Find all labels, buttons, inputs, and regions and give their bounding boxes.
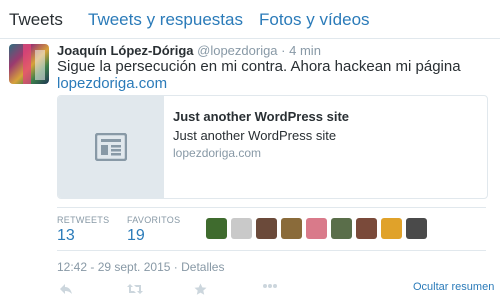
tweet-text: Sigue la persecución en mi contra. Ahora… — [57, 58, 461, 75]
retweets-count: 13 — [57, 227, 75, 244]
favoriter-avatar[interactable] — [231, 218, 252, 239]
favoriter-avatar[interactable] — [281, 218, 302, 239]
tab-tweets[interactable]: Tweets — [9, 10, 63, 30]
collapse-summary-link[interactable]: Ocultar resumen — [413, 281, 494, 293]
author-screen-name[interactable]: @lopezdoriga — [197, 43, 277, 58]
tweet-timestamp: 12:42 - 29 sept. 2015 — [57, 260, 171, 274]
separator-dot: · — [281, 43, 286, 58]
retweet-button[interactable] — [126, 283, 144, 295]
retweets-stat[interactable]: RETWEETS 13 — [57, 215, 109, 245]
favorites-count: 19 — [127, 227, 145, 244]
favoriter-avatar[interactable] — [256, 218, 277, 239]
favoriter-avatar[interactable] — [381, 218, 402, 239]
tweet-time[interactable]: 4 min — [289, 43, 321, 58]
card-domain: lopezdoriga.com — [173, 146, 262, 160]
author-fullname[interactable]: Joaquín López-Dóriga — [57, 43, 194, 58]
details-link[interactable]: Detalles — [181, 260, 224, 274]
favorites-stat[interactable]: FAVORITOS 19 — [127, 215, 180, 245]
tab-tweets-y-respuestas[interactable]: Tweets y respuestas — [88, 10, 243, 30]
article-icon — [95, 133, 127, 161]
retweets-label: RETWEETS — [57, 215, 110, 225]
favoriter-avatar[interactable] — [406, 218, 427, 239]
avatar[interactable] — [9, 44, 49, 84]
more-button[interactable] — [262, 283, 278, 289]
tweet-meta: 12:42 - 29 sept. 2015 · Detalles — [57, 260, 224, 274]
favoriter-avatar[interactable] — [206, 218, 227, 239]
profile-tabs: Tweets Tweets y respuestas Fotos y vídeo… — [0, 0, 500, 39]
favoriter-avatar[interactable] — [356, 218, 377, 239]
favorite-button[interactable] — [194, 283, 207, 296]
favorites-label: FAVORITOS — [127, 215, 181, 225]
tweet-header: Joaquín López-Dóriga @lopezdoriga · 4 mi… — [57, 43, 321, 58]
favoriter-avatar[interactable] — [306, 218, 327, 239]
reply-icon — [60, 284, 72, 294]
meta-separator: · — [173, 260, 178, 274]
stats-top-divider — [57, 207, 486, 208]
card-title: Just another WordPress site — [173, 109, 350, 124]
tab-fotos-y-videos[interactable]: Fotos y vídeos — [259, 10, 370, 30]
retweet-icon — [127, 284, 143, 294]
tweet-link[interactable]: lopezdoriga.com — [57, 75, 167, 92]
more-icon — [263, 284, 277, 288]
link-card[interactable]: Just another WordPress site Just another… — [57, 95, 488, 199]
favorite-icon — [194, 283, 207, 295]
reply-button[interactable] — [59, 283, 73, 295]
card-thumbnail — [58, 96, 164, 198]
favoriter-avatar[interactable] — [331, 218, 352, 239]
card-description: Just another WordPress site — [173, 128, 337, 143]
stats-bottom-divider — [57, 250, 486, 251]
